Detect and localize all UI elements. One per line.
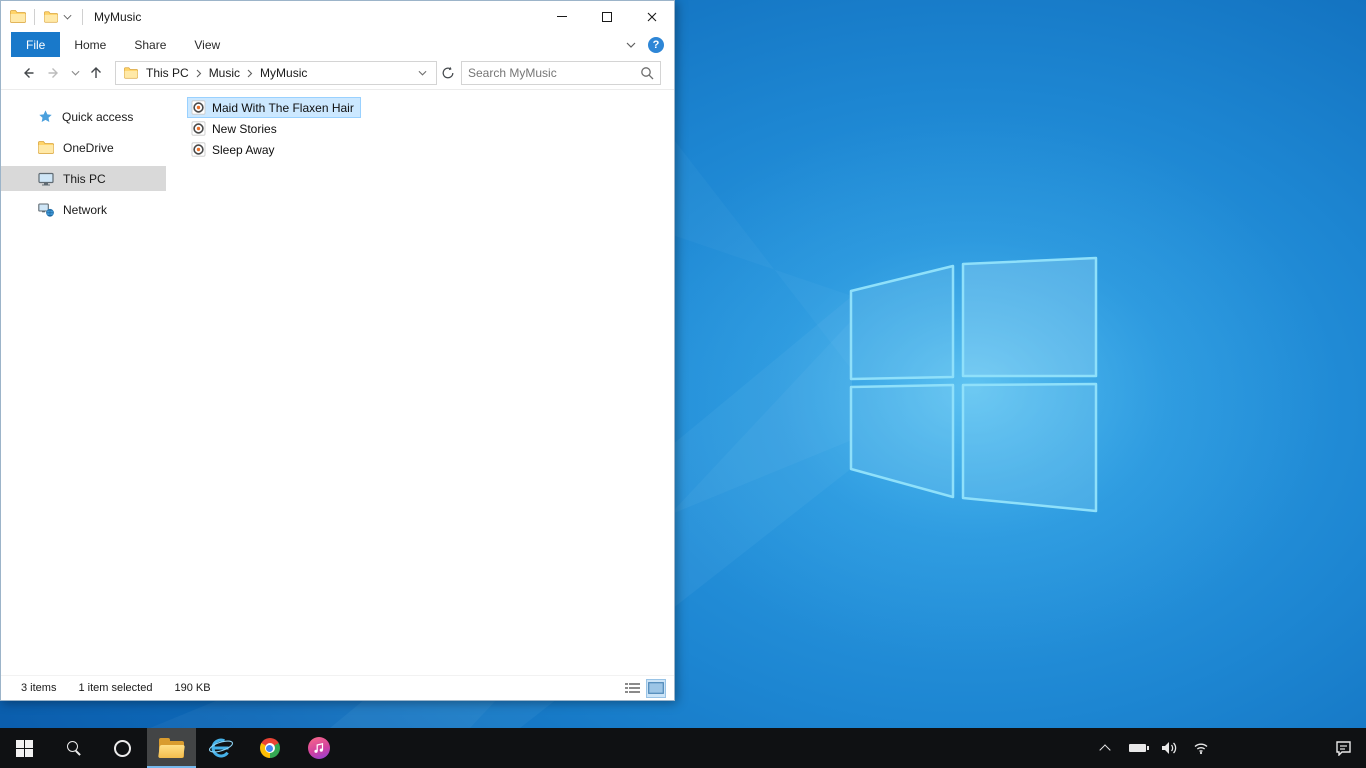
large-icons-view-button[interactable] — [646, 678, 666, 698]
network-indicator[interactable] — [1192, 728, 1210, 768]
audio-file-icon — [191, 121, 206, 136]
action-center-button[interactable] — [1320, 728, 1366, 768]
navigation-bar: This PC Music MyMusic — [1, 57, 674, 90]
sidebar-item-label: OneDrive — [63, 140, 114, 155]
search-icon[interactable] — [640, 66, 654, 80]
taskbar-search-button[interactable] — [49, 728, 98, 768]
titlebar-separator — [34, 8, 35, 25]
speaker-icon — [1162, 742, 1177, 754]
window-body: Quick access OneDrive This PC Network Ma… — [1, 90, 674, 675]
close-button[interactable] — [629, 1, 674, 32]
chevron-up-icon — [1099, 743, 1111, 756]
file-item-maid-with-the-flaxen-hair[interactable]: Maid With The Flaxen Hair — [187, 97, 361, 118]
qat-customize-chevron-icon[interactable] — [63, 11, 72, 19]
status-size: 190 KB — [174, 682, 211, 694]
sidebar-item-onedrive[interactable]: OneDrive — [1, 135, 166, 160]
minimize-icon — [556, 16, 567, 17]
tab-share[interactable]: Share — [120, 32, 180, 57]
help-icon[interactable] — [648, 36, 664, 53]
breadcrumb-music[interactable]: Music — [203, 66, 246, 80]
large-icons-view-icon — [648, 682, 664, 694]
details-view-button[interactable] — [622, 679, 642, 698]
titlebar[interactable]: MyMusic — [1, 1, 674, 32]
audio-file-icon — [191, 100, 206, 115]
ribbon-right-controls — [626, 32, 674, 57]
up-button[interactable] — [83, 60, 109, 86]
file-explorer-icon — [158, 737, 185, 758]
explorer-window-icon — [9, 8, 27, 26]
status-selection: 1 item selected — [78, 682, 153, 694]
address-folder-icon — [122, 64, 140, 82]
cortana-button[interactable] — [98, 728, 147, 768]
file-name: New Stories — [212, 121, 277, 136]
wifi-icon — [1194, 743, 1208, 754]
file-name: Maid With The Flaxen Hair — [212, 100, 354, 115]
system-tray — [1096, 728, 1210, 768]
breadcrumb-this-pc[interactable]: This PC — [140, 66, 195, 80]
sidebar-item-network[interactable]: Network — [1, 197, 166, 222]
ribbon-tab-bar: File Home Share View — [1, 32, 674, 57]
show-hidden-icons-button[interactable] — [1096, 728, 1114, 768]
sidebar-item-this-pc[interactable]: This PC — [1, 166, 166, 191]
breadcrumb-mymusic[interactable]: MyMusic — [254, 66, 313, 80]
forward-button[interactable] — [41, 60, 67, 86]
address-bar[interactable]: This PC Music MyMusic — [115, 61, 437, 85]
quick-access-toolbar-folder-icon[interactable] — [42, 8, 60, 26]
address-dropdown-chevron-icon[interactable] — [413, 70, 432, 76]
computer-icon — [38, 172, 54, 185]
sidebar-item-label: Network — [63, 202, 108, 217]
chrome-icon — [259, 738, 280, 758]
expand-ribbon-chevron-icon[interactable] — [626, 42, 636, 48]
search-input[interactable] — [468, 66, 640, 80]
sidebar-item-label: Quick access — [62, 109, 134, 124]
window-title: MyMusic — [94, 9, 142, 24]
sidebar-item-label: This PC — [63, 171, 106, 186]
file-list[interactable]: Maid With The Flaxen Hair New Stories Sl… — [166, 90, 674, 675]
status-bar: 3 items 1 item selected 190 KB — [1, 675, 674, 700]
breadcrumb-chevron-icon-2[interactable] — [246, 69, 254, 78]
battery-icon — [1128, 744, 1149, 752]
file-item-sleep-away[interactable]: Sleep Away — [187, 139, 282, 160]
star-icon — [39, 110, 52, 122]
start-button[interactable] — [0, 728, 49, 768]
taskbar-internet-explorer-button[interactable] — [196, 728, 245, 768]
itunes-icon — [307, 737, 330, 759]
tab-file[interactable]: File — [11, 32, 61, 57]
taskbar-itunes-button[interactable] — [294, 728, 343, 768]
cortana-icon — [114, 739, 131, 757]
details-view-icon — [624, 683, 640, 693]
battery-indicator[interactable] — [1128, 728, 1149, 768]
refresh-button[interactable] — [437, 60, 459, 86]
breadcrumb-chevron-icon[interactable] — [195, 69, 203, 78]
close-icon — [647, 12, 656, 21]
file-name: Sleep Away — [212, 142, 275, 157]
status-item-count: 3 items — [21, 682, 57, 694]
audio-file-icon — [191, 142, 206, 157]
navigation-pane: Quick access OneDrive This PC Network — [1, 90, 166, 675]
action-center-icon — [1335, 741, 1351, 756]
taskbar-file-explorer-button[interactable] — [147, 728, 196, 768]
volume-indicator[interactable] — [1160, 728, 1178, 768]
window-controls — [539, 1, 674, 32]
taskbar-chrome-button[interactable] — [245, 728, 294, 768]
titlebar-separator-2 — [82, 8, 83, 25]
search-box[interactable] — [461, 61, 661, 85]
minimize-button[interactable] — [539, 1, 584, 32]
folder-icon — [38, 141, 54, 154]
network-icon — [38, 202, 54, 217]
internet-explorer-icon — [208, 738, 233, 758]
tab-home[interactable]: Home — [60, 32, 120, 57]
sidebar-item-quick-access[interactable]: Quick access — [1, 104, 166, 129]
maximize-button[interactable] — [584, 1, 629, 32]
file-explorer-window: MyMusic File Home Share View ? This PC M… — [0, 0, 675, 701]
taskbar — [0, 728, 1366, 768]
windows-logo-icon — [16, 739, 33, 757]
tab-view[interactable]: View — [180, 32, 234, 57]
view-switcher — [622, 678, 666, 698]
search-icon — [66, 740, 82, 756]
maximize-icon — [601, 11, 612, 22]
back-button[interactable] — [15, 60, 41, 86]
recent-locations-chevron-icon[interactable] — [67, 60, 83, 86]
file-item-new-stories[interactable]: New Stories — [187, 118, 284, 139]
